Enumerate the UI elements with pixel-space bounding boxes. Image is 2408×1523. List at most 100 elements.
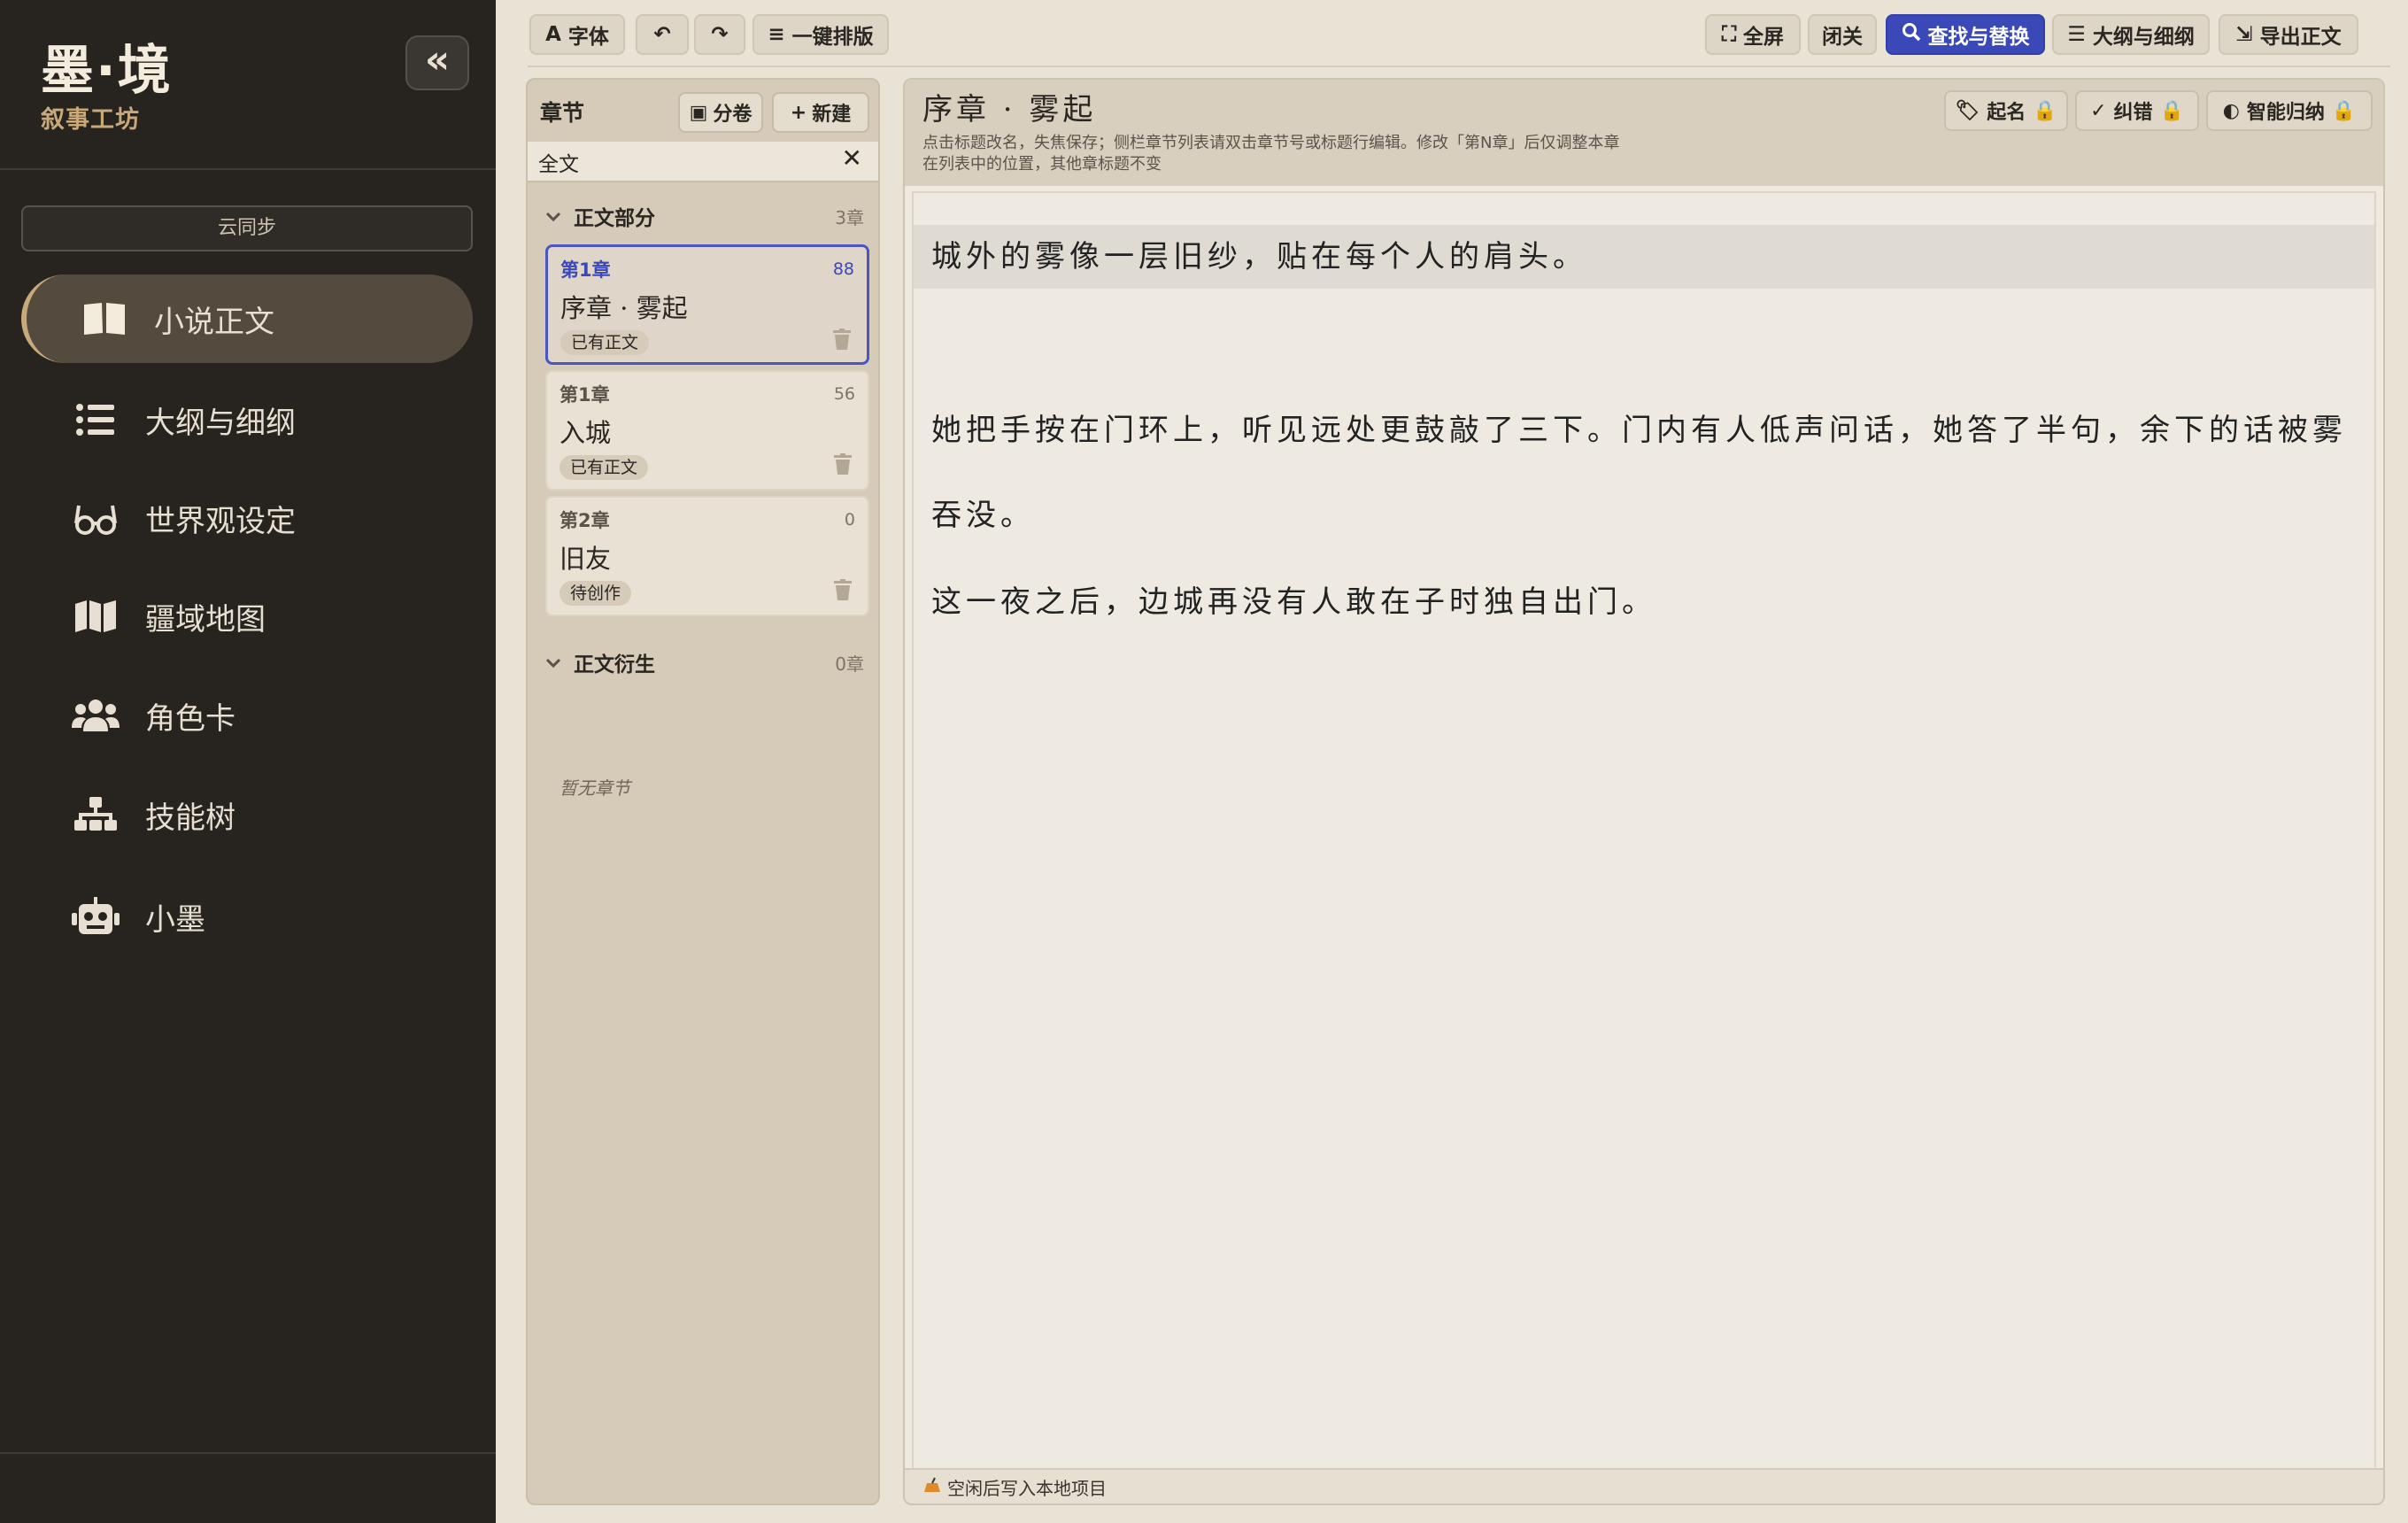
paragraph: 城外的雾像一层旧纱，贴在每个人的肩头。 bbox=[914, 225, 2374, 289]
sidebar-divider bbox=[0, 168, 496, 170]
editor-textarea[interactable]: 城外的雾像一层旧纱，贴在每个人的肩头。 她把手按在门环上，听见远处更鼓敲了三下。… bbox=[912, 191, 2376, 1470]
sidebar-item-novel-text[interactable]: 小说正文 bbox=[21, 274, 473, 363]
chapter-filter[interactable]: 全文 ✕ bbox=[528, 142, 878, 182]
chapter-title-input[interactable]: 序章 · 雾起 bbox=[922, 85, 1096, 128]
group-main-name: 正文部分 bbox=[574, 207, 655, 230]
group-main-header[interactable]: 正文部分 3章 bbox=[545, 198, 864, 234]
tag-icon: 🏷 bbox=[1955, 99, 1980, 122]
summarize-label: 智能归纳 bbox=[2246, 102, 2325, 124]
redo-button[interactable]: ↷ bbox=[694, 14, 745, 55]
lock-icon: 🔒 bbox=[2159, 99, 2184, 122]
expand-icon: ⛶ bbox=[1721, 23, 1737, 46]
focus-mode-label: 闭关 bbox=[1822, 26, 1863, 49]
summarize-button[interactable]: ◐ 智能归纳 🔒 bbox=[2206, 90, 2373, 131]
find-replace-button[interactable]: 查找与替换 bbox=[1886, 14, 2045, 55]
proofread-button[interactable]: ✓ 纠错 🔒 bbox=[2075, 90, 2199, 131]
sidebar-item-label: 大纲与细纲 bbox=[145, 405, 296, 441]
sidebar-item-xiaomo[interactable]: 小墨 bbox=[21, 872, 473, 961]
brand-title: 墨·境 bbox=[41, 40, 173, 102]
sidebar-item-skill-tree[interactable]: 技能树 bbox=[21, 770, 473, 859]
chapter-number: 第1章 bbox=[560, 384, 610, 406]
chapter-name: 旧友 bbox=[560, 544, 612, 574]
chapter-status-badge: 待创作 bbox=[560, 581, 632, 606]
paragraph: 这一夜之后，边城再没有人敢在子时独自出门。 bbox=[931, 584, 1656, 620]
sidebar-item-map[interactable]: 疆域地图 bbox=[21, 572, 473, 661]
proofread-label: 纠错 bbox=[2113, 102, 2153, 124]
new-chapter-button[interactable]: + 新建 bbox=[772, 92, 869, 133]
plus-icon: + bbox=[790, 101, 807, 124]
chapter-number: 第1章 bbox=[560, 259, 611, 281]
sidebar-item-outline[interactable]: 大纲与细纲 bbox=[21, 375, 473, 464]
lock-icon: 🔒 bbox=[2033, 99, 2057, 122]
save-status-icon bbox=[922, 1476, 942, 1498]
lock-icon: 🔒 bbox=[2331, 99, 2357, 122]
paragraph: 她把手按在门环上，听见远处更鼓敲了三下。门内有人低声问话，她答了半句，余下的话被… bbox=[931, 413, 2347, 533]
clear-filter-icon[interactable]: ✕ bbox=[842, 143, 862, 173]
trash-icon[interactable] bbox=[834, 453, 852, 476]
chapter-item[interactable]: 第1章 88 序章 · 雾起 已有正文 bbox=[545, 244, 869, 365]
sidebar-item-label: 角色卡 bbox=[145, 700, 235, 737]
new-chapter-label: 新建 bbox=[812, 104, 852, 126]
group-main-count: 3章 bbox=[835, 206, 864, 228]
chapter-status-badge: 已有正文 bbox=[560, 330, 650, 355]
sidebar: 墨·境 叙事工坊 « 云同步 小说正文 大纲与细纲 世界观设定 疆域地图 角色卡… bbox=[0, 0, 496, 1523]
export-icon: ⇲ bbox=[2235, 23, 2253, 46]
users-icon bbox=[71, 691, 120, 740]
group-derived-name: 正文衍生 bbox=[574, 653, 655, 676]
chapter-panel: 章节 ▣ 分卷 + 新建 全文 ✕ 正文部分 3章 第1章 88 序章 · 雾起… bbox=[526, 78, 880, 1505]
sidebar-item-label: 小说正文 bbox=[154, 304, 274, 340]
search-icon bbox=[1902, 22, 1921, 47]
chapter-word-count: 88 bbox=[832, 259, 854, 279]
undo-button[interactable]: ↶ bbox=[636, 14, 689, 55]
chevron-down-icon bbox=[545, 652, 561, 673]
fullscreen-label: 全屏 bbox=[1743, 26, 1785, 49]
collapse-sidebar-button[interactable]: « bbox=[405, 35, 469, 90]
app-root: 墨·境 叙事工坊 « 云同步 小说正文 大纲与细纲 世界观设定 疆域地图 角色卡… bbox=[0, 0, 2408, 1523]
outline-button[interactable]: ☰ 大纲与细纲 bbox=[2052, 14, 2210, 55]
sidebar-item-label: 小墨 bbox=[145, 901, 205, 938]
trash-icon[interactable] bbox=[834, 579, 852, 602]
naming-button[interactable]: 🏷 起名 🔒 bbox=[1944, 90, 2068, 131]
empty-chapters-note: 暂无章节 bbox=[560, 777, 630, 799]
group-derived-header[interactable]: 正文衍生 0章 bbox=[545, 645, 864, 680]
map-icon bbox=[71, 591, 120, 641]
export-button[interactable]: ⇲ 导出正文 bbox=[2219, 14, 2358, 55]
find-replace-label: 查找与替换 bbox=[1927, 26, 2030, 49]
brand-subtitle: 叙事工坊 bbox=[41, 106, 140, 134]
toolbar-divider bbox=[528, 66, 2390, 67]
focus-mode-button[interactable]: 闭关 bbox=[1808, 14, 1877, 55]
chapter-item[interactable]: 第2章 0 旧友 待创作 bbox=[545, 496, 869, 616]
auto-format-label: 一键排版 bbox=[791, 26, 874, 49]
font-label: 字体 bbox=[567, 26, 609, 49]
chapter-item[interactable]: 第1章 56 入城 已有正文 bbox=[545, 370, 869, 491]
robot-icon bbox=[71, 892, 120, 941]
outline-label: 大纲与细纲 bbox=[2092, 26, 2195, 49]
sidebar-bottom-divider bbox=[0, 1452, 496, 1454]
redo-icon: ↷ bbox=[711, 23, 729, 46]
book-open-icon bbox=[80, 294, 129, 344]
chapter-number: 第2章 bbox=[560, 510, 610, 531]
fullscreen-button[interactable]: ⛶ 全屏 bbox=[1705, 14, 1801, 55]
cloud-sync-button[interactable]: 云同步 bbox=[21, 205, 473, 251]
chevron-down-icon bbox=[545, 205, 561, 227]
auto-format-button[interactable]: ≡ 一键排版 bbox=[752, 14, 889, 55]
chapter-word-count: 56 bbox=[833, 384, 855, 404]
undo-icon: ↶ bbox=[653, 23, 671, 46]
sidebar-item-label: 技能树 bbox=[145, 800, 235, 836]
naming-label: 起名 bbox=[1987, 102, 2026, 124]
sidebar-item-characters[interactable]: 角色卡 bbox=[21, 671, 473, 760]
editor-header: 序章 · 雾起 点击标题改名，失焦保存；侧栏章节列表请双击章节号或标题行编辑。修… bbox=[905, 80, 2383, 186]
font-button[interactable]: A 字体 bbox=[529, 14, 625, 55]
editor-panel: 序章 · 雾起 点击标题改名，失焦保存；侧栏章节列表请双击章节号或标题行编辑。修… bbox=[903, 78, 2385, 1505]
sidebar-item-worldview[interactable]: 世界观设定 bbox=[21, 474, 473, 562]
folder-plus-icon: ▣ bbox=[689, 101, 708, 124]
double-chevron-left-icon: « bbox=[424, 37, 451, 82]
list-icon: ☰ bbox=[2067, 23, 2086, 46]
editor-status-bar: 空闲后写入本地项目 bbox=[905, 1468, 2383, 1504]
split-volume-button[interactable]: ▣ 分卷 bbox=[678, 92, 763, 133]
trash-icon[interactable] bbox=[833, 329, 851, 352]
chapter-word-count: 0 bbox=[844, 510, 855, 530]
chapter-name: 序章 · 雾起 bbox=[560, 293, 688, 323]
check-icon: ✓ bbox=[2090, 99, 2107, 122]
align-left-icon: ≡ bbox=[768, 23, 785, 46]
